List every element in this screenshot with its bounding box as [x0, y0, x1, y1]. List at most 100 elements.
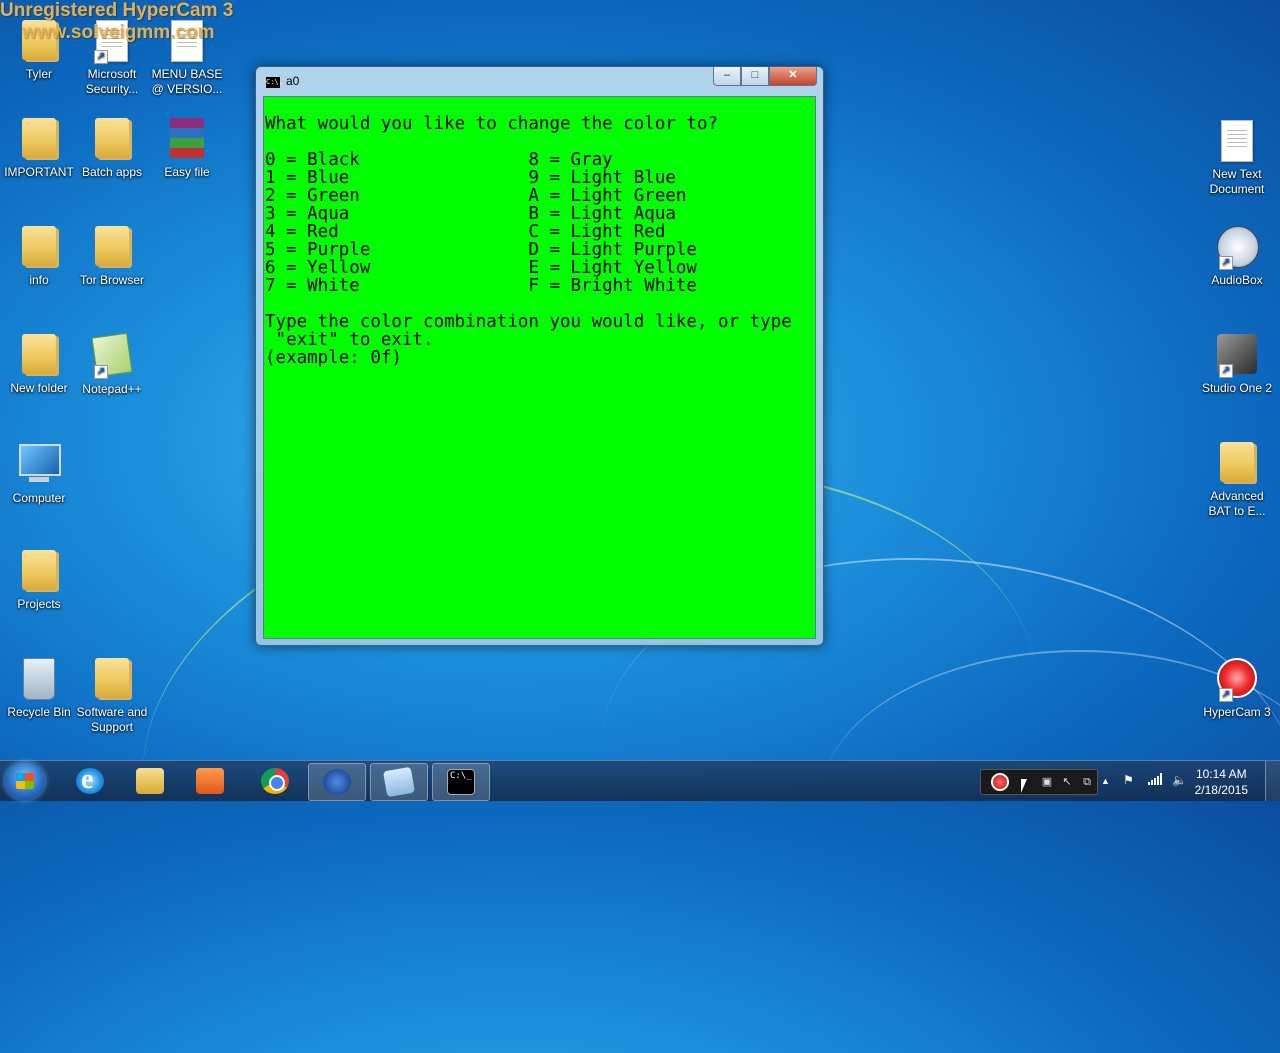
notepad-icon: [382, 766, 416, 798]
volume-icon[interactable]: 🔈: [1172, 773, 1187, 787]
tor-folder-icon: [92, 226, 132, 270]
folder-icon: [136, 768, 164, 794]
desktop-icon-label: New folder: [10, 381, 68, 395]
desktop-icon-info[interactable]: info: [0, 224, 78, 288]
console-line: 3 = Aqua B = Light Aqua: [265, 204, 676, 224]
desktop-icon-label: Tor Browser: [79, 273, 144, 287]
hypercam-record-icon: ↗: [1217, 658, 1257, 702]
folder-icon: [92, 658, 132, 702]
recycle-bin-icon: [19, 658, 59, 702]
studio-one-icon: ↗: [1217, 334, 1257, 378]
internet-explorer-icon: [76, 764, 104, 796]
desktop-icon-new-folder[interactable]: New folder: [0, 332, 78, 396]
taskbar-chrome[interactable]: [247, 763, 303, 799]
console-line: 5 = Purple D = Light Purple: [265, 240, 697, 260]
command-prompt-icon: C:\_: [447, 769, 475, 795]
window-titlebar[interactable]: C:\. a0 – □ ✕: [256, 67, 823, 95]
window-icon[interactable]: ⧉: [1079, 774, 1095, 790]
desktop-icon-notepad-plus-plus[interactable]: ↗ Notepad++: [73, 332, 151, 397]
desktop-icon-studio-one[interactable]: ↗ Studio One 2: [1198, 332, 1276, 396]
console-line: 7 = White F = Bright White: [265, 276, 697, 296]
system-clock[interactable]: 10:14 AM 2/18/2015: [1195, 766, 1248, 798]
record-button[interactable]: [991, 773, 1009, 791]
usb-icon: ↗: [1217, 226, 1259, 270]
desktop-icon-label: Easy file: [164, 165, 210, 179]
show-hidden-icons-button[interactable]: ▲: [1101, 776, 1110, 786]
desktop-icon-batch-apps[interactable]: Batch apps: [73, 116, 151, 180]
text-file-icon: [1217, 120, 1257, 164]
desktop-icon-label: Projects: [17, 597, 61, 611]
taskbar-firefox[interactable]: [308, 763, 366, 801]
window-title: a0: [286, 74, 300, 88]
taskbar-command-prompt[interactable]: C:\_: [432, 763, 490, 801]
desktop-icon-label: MENU BASE @ VERSIO...: [151, 67, 223, 96]
network-signal-icon[interactable]: [1148, 773, 1162, 788]
desktop-icon-label: Software and Support: [76, 705, 148, 734]
desktop-icon-software-and-support[interactable]: Software and Support: [73, 656, 151, 735]
desktop-icon-audiobox[interactable]: ↗ AudioBox: [1198, 224, 1276, 288]
desktop-icon-label: AudioBox: [1211, 273, 1263, 287]
console-line: "exit" to exit.: [265, 330, 434, 350]
console-line: What would you like to change the color …: [265, 114, 719, 134]
desktop-icon-new-text-document[interactable]: New Text Document: [1198, 118, 1276, 197]
start-button[interactable]: [5, 762, 45, 800]
taskbar: C:\_ ▪ ▣ ↖ ⧉ ▲ ⚑ 🔈 10:14 AM 2/18/2015: [0, 760, 1280, 801]
desktop-icon-label: Tyler: [25, 67, 52, 81]
camera-icon[interactable]: ▣: [1039, 774, 1055, 790]
desktop-icon-tor-browser[interactable]: Tor Browser: [73, 224, 151, 288]
console-line: 1 = Blue 9 = Light Blue: [265, 168, 676, 188]
watermark-url: www.solveigmm.com: [22, 22, 215, 43]
folder-icon: [19, 226, 59, 270]
show-desktop-button[interactable]: [1265, 761, 1280, 801]
desktop-icon-label: Studio One 2: [1201, 381, 1273, 395]
window-controls: – □ ✕: [713, 67, 817, 86]
minimize-button[interactable]: –: [713, 67, 741, 86]
taskbar-media-player[interactable]: [182, 763, 238, 799]
action-center-flag-icon[interactable]: ⚑: [1123, 773, 1134, 787]
recorder-watermark: Unregistered HyperCam 3 www.solveigmm.co…: [0, 0, 233, 44]
desktop-icon-label: info: [29, 273, 49, 287]
console-line: 4 = Red C = Light Red: [265, 222, 666, 242]
taskbar-file-explorer[interactable]: [122, 763, 178, 799]
cursor-icon[interactable]: ↖: [1059, 774, 1075, 790]
folder-icon: [19, 334, 59, 378]
windows-logo-icon: [16, 773, 34, 789]
console-output[interactable]: What would you like to change the color …: [263, 96, 816, 639]
console-window[interactable]: C:\. a0 – □ ✕ What would you like to cha…: [255, 66, 824, 646]
desktop-icon-computer[interactable]: Computer: [0, 440, 78, 506]
console-line: 0 = Black 8 = Gray: [265, 150, 613, 170]
taskbar-notepad[interactable]: [370, 763, 428, 801]
winrar-archive-icon: [167, 118, 207, 162]
watermark-title: Unregistered HyperCam 3: [0, 0, 234, 21]
folder-icon: [19, 550, 59, 594]
console-line: 2 = Green A = Light Green: [265, 186, 687, 206]
desktop-icon-label: Recycle Bin: [7, 705, 71, 719]
folder-icon: [19, 118, 59, 162]
clock-time: 10:14 AM: [1195, 767, 1247, 781]
cmd-window-icon[interactable]: C:\.: [265, 76, 283, 89]
computer-monitor-icon: [19, 444, 61, 488]
desktop-icon-label: New Text Document: [1209, 167, 1265, 196]
hypercam-toolbar: ▪ ▣ ↖ ⧉: [980, 769, 1098, 795]
mouse-cursor-icon: [1021, 779, 1027, 793]
close-button[interactable]: ✕: [769, 67, 817, 86]
clock-date: 2/18/2015: [1194, 783, 1248, 797]
firefox-icon: [323, 769, 351, 795]
folder-icon: [1217, 442, 1257, 486]
console-line: 6 = Yellow E = Light Yellow: [265, 258, 697, 278]
folder-icon: [92, 118, 132, 162]
desktop-icon-hypercam[interactable]: ↗ HyperCam 3: [1198, 656, 1276, 720]
desktop-icon-recycle-bin[interactable]: Recycle Bin: [0, 656, 78, 720]
chrome-icon: [261, 768, 289, 794]
desktop-icon-label: Batch apps: [81, 165, 143, 179]
maximize-button[interactable]: □: [741, 67, 769, 86]
desktop-icon-label: Advanced BAT to E...: [1208, 489, 1266, 518]
notepad-plus-plus-icon: ↗: [91, 332, 133, 379]
desktop-icon-projects[interactable]: Projects: [0, 548, 78, 612]
taskbar-internet-explorer[interactable]: [62, 763, 118, 799]
desktop-icon-label: Computer: [12, 491, 66, 505]
desktop-icon-advanced-bat[interactable]: Advanced BAT to E...: [1198, 440, 1276, 519]
desktop-icon-easy-file[interactable]: Easy file: [148, 116, 226, 180]
desktop-icon-label: Microsoft Security...: [85, 67, 139, 96]
desktop-icon-important[interactable]: IMPORTANT: [0, 116, 78, 180]
